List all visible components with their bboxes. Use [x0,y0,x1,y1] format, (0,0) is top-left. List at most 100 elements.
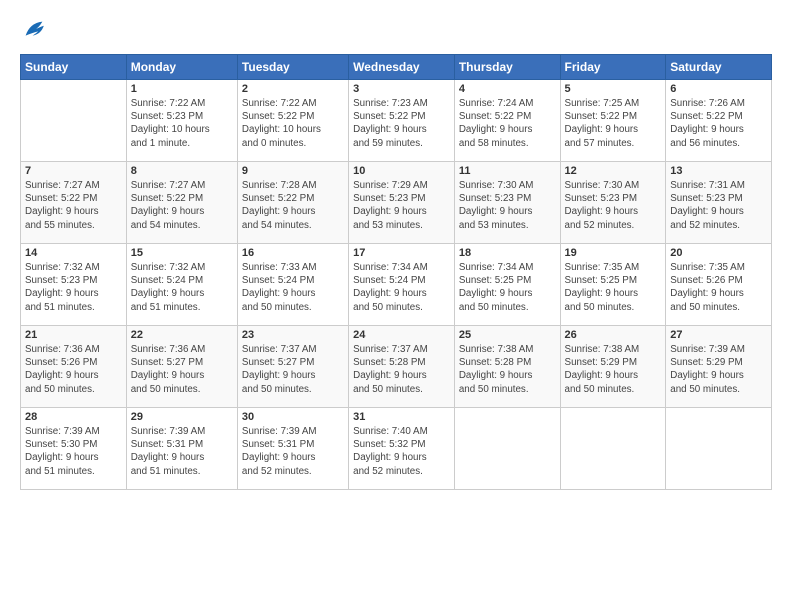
week-row: 1 Sunrise: 7:22 AM Sunset: 5:23 PM Daylig… [21,80,772,162]
day-info: Sunrise: 7:35 AM Sunset: 5:26 PM Dayligh… [670,261,767,314]
calendar-cell: 18 Sunrise: 7:34 AM Sunset: 5:25 PM Dayli… [454,244,560,326]
day-number: 7 [25,165,122,177]
day-number: 26 [565,329,662,341]
calendar-cell: 14Sunrise: 7:32 AM Sunset: 5:23 PM Dayli… [21,244,127,326]
day-number: 27 [670,329,767,341]
day-number: 21 [25,329,122,341]
calendar-cell: 3 Sunrise: 7:23 AM Sunset: 5:22 PM Daylig… [349,80,455,162]
day-info: Sunrise: 7:24 AM Sunset: 5:22 PM Dayligh… [459,97,556,150]
day-number: 25 [459,329,556,341]
day-number: 28 [25,411,122,423]
week-row: 7 Sunrise: 7:27 AM Sunset: 5:22 PM Daylig… [21,162,772,244]
day-number: 12 [565,165,662,177]
day-info: Sunrise: 7:33 AM Sunset: 5:24 PM Dayligh… [242,261,344,314]
calendar-cell: 2 Sunrise: 7:22 AM Sunset: 5:22 PM Daylig… [237,80,348,162]
column-header-monday: Monday [126,55,237,80]
day-info: Sunrise: 7:34 AM Sunset: 5:24 PM Dayligh… [353,261,450,314]
day-number: 18 [459,247,556,259]
column-header-saturday: Saturday [666,55,772,80]
calendar-cell [666,408,772,490]
calendar-cell: 22 Sunrise: 7:36 AM Sunset: 5:27 PM Dayli… [126,326,237,408]
day-info: Sunrise: 7:22 AM Sunset: 5:23 PM Dayligh… [131,97,233,150]
calendar-cell: 20Sunrise: 7:35 AM Sunset: 5:26 PM Dayli… [666,244,772,326]
calendar-cell: 1 Sunrise: 7:22 AM Sunset: 5:23 PM Daylig… [126,80,237,162]
day-number: 11 [459,165,556,177]
calendar-cell: 7Sunrise: 7:27 AM Sunset: 5:22 PM Daylig… [21,162,127,244]
day-info: Sunrise: 7:37 AM Sunset: 5:28 PM Dayligh… [353,343,450,396]
calendar-cell: 29 Sunrise: 7:39 AM Sunset: 5:31 PM Dayli… [126,408,237,490]
day-info: Sunrise: 7:36 AM Sunset: 5:27 PM Dayligh… [131,343,233,396]
day-number: 19 [565,247,662,259]
day-info: Sunrise: 7:22 AM Sunset: 5:22 PM Dayligh… [242,97,344,150]
calendar-cell [454,408,560,490]
day-info: Sunrise: 7:31 AM Sunset: 5:23 PM Dayligh… [670,179,767,232]
day-info: Sunrise: 7:29 AM Sunset: 5:23 PM Dayligh… [353,179,450,232]
header [20,16,772,44]
day-number: 16 [242,247,344,259]
day-info: Sunrise: 7:30 AM Sunset: 5:23 PM Dayligh… [565,179,662,232]
day-number: 10 [353,165,450,177]
calendar-cell [560,408,666,490]
calendar-cell: 25 Sunrise: 7:38 AM Sunset: 5:28 PM Dayli… [454,326,560,408]
calendar-table: SundayMondayTuesdayWednesdayThursdayFrid… [20,54,772,490]
day-number: 4 [459,83,556,95]
day-info: Sunrise: 7:26 AM Sunset: 5:22 PM Dayligh… [670,97,767,150]
calendar-cell: 19Sunrise: 7:35 AM Sunset: 5:25 PM Dayli… [560,244,666,326]
calendar-cell: 27 Sunrise: 7:39 AM Sunset: 5:29 PM Dayli… [666,326,772,408]
day-number: 9 [242,165,344,177]
logo [20,16,52,44]
calendar-cell: 17 Sunrise: 7:34 AM Sunset: 5:24 PM Dayli… [349,244,455,326]
day-number: 1 [131,83,233,95]
column-header-friday: Friday [560,55,666,80]
day-info: Sunrise: 7:28 AM Sunset: 5:22 PM Dayligh… [242,179,344,232]
day-number: 15 [131,247,233,259]
day-info: Sunrise: 7:30 AM Sunset: 5:23 PM Dayligh… [459,179,556,232]
calendar-cell: 12 Sunrise: 7:30 AM Sunset: 5:23 PM Dayli… [560,162,666,244]
day-number: 22 [131,329,233,341]
day-number: 2 [242,83,344,95]
day-number: 6 [670,83,767,95]
calendar-cell: 28 Sunrise: 7:39 AM Sunset: 5:30 PM Dayli… [21,408,127,490]
week-row: 14Sunrise: 7:32 AM Sunset: 5:23 PM Dayli… [21,244,772,326]
calendar-cell: 16 Sunrise: 7:33 AM Sunset: 5:24 PM Dayli… [237,244,348,326]
day-number: 31 [353,411,450,423]
calendar-cell: 21 Sunrise: 7:36 AM Sunset: 5:26 PM Dayli… [21,326,127,408]
page: SundayMondayTuesdayWednesdayThursdayFrid… [0,0,792,500]
calendar-cell: 24 Sunrise: 7:37 AM Sunset: 5:28 PM Dayli… [349,326,455,408]
day-number: 24 [353,329,450,341]
day-number: 14 [25,247,122,259]
day-number: 23 [242,329,344,341]
calendar-cell: 26 Sunrise: 7:38 AM Sunset: 5:29 PM Dayli… [560,326,666,408]
day-number: 30 [242,411,344,423]
day-info: Sunrise: 7:36 AM Sunset: 5:26 PM Dayligh… [25,343,122,396]
day-info: Sunrise: 7:32 AM Sunset: 5:24 PM Dayligh… [131,261,233,314]
calendar-cell: 13Sunrise: 7:31 AM Sunset: 5:23 PM Dayli… [666,162,772,244]
column-header-sunday: Sunday [21,55,127,80]
day-info: Sunrise: 7:23 AM Sunset: 5:22 PM Dayligh… [353,97,450,150]
day-info: Sunrise: 7:39 AM Sunset: 5:31 PM Dayligh… [242,425,344,478]
day-info: Sunrise: 7:39 AM Sunset: 5:29 PM Dayligh… [670,343,767,396]
calendar-cell [21,80,127,162]
day-info: Sunrise: 7:38 AM Sunset: 5:29 PM Dayligh… [565,343,662,396]
calendar-cell: 9 Sunrise: 7:28 AM Sunset: 5:22 PM Daylig… [237,162,348,244]
calendar-cell: 15 Sunrise: 7:32 AM Sunset: 5:24 PM Dayli… [126,244,237,326]
column-header-tuesday: Tuesday [237,55,348,80]
calendar-cell: 8Sunrise: 7:27 AM Sunset: 5:22 PM Daylig… [126,162,237,244]
column-header-wednesday: Wednesday [349,55,455,80]
header-row: SundayMondayTuesdayWednesdayThursdayFrid… [21,55,772,80]
day-info: Sunrise: 7:39 AM Sunset: 5:30 PM Dayligh… [25,425,122,478]
day-info: Sunrise: 7:34 AM Sunset: 5:25 PM Dayligh… [459,261,556,314]
calendar-cell: 30 Sunrise: 7:39 AM Sunset: 5:31 PM Dayli… [237,408,348,490]
day-number: 17 [353,247,450,259]
day-number: 3 [353,83,450,95]
calendar-cell: 23 Sunrise: 7:37 AM Sunset: 5:27 PM Dayli… [237,326,348,408]
day-number: 29 [131,411,233,423]
day-info: Sunrise: 7:38 AM Sunset: 5:28 PM Dayligh… [459,343,556,396]
day-info: Sunrise: 7:40 AM Sunset: 5:32 PM Dayligh… [353,425,450,478]
logo-bird-icon [20,16,48,44]
week-row: 21 Sunrise: 7:36 AM Sunset: 5:26 PM Dayli… [21,326,772,408]
day-info: Sunrise: 7:39 AM Sunset: 5:31 PM Dayligh… [131,425,233,478]
day-info: Sunrise: 7:25 AM Sunset: 5:22 PM Dayligh… [565,97,662,150]
day-info: Sunrise: 7:37 AM Sunset: 5:27 PM Dayligh… [242,343,344,396]
day-info: Sunrise: 7:27 AM Sunset: 5:22 PM Dayligh… [131,179,233,232]
